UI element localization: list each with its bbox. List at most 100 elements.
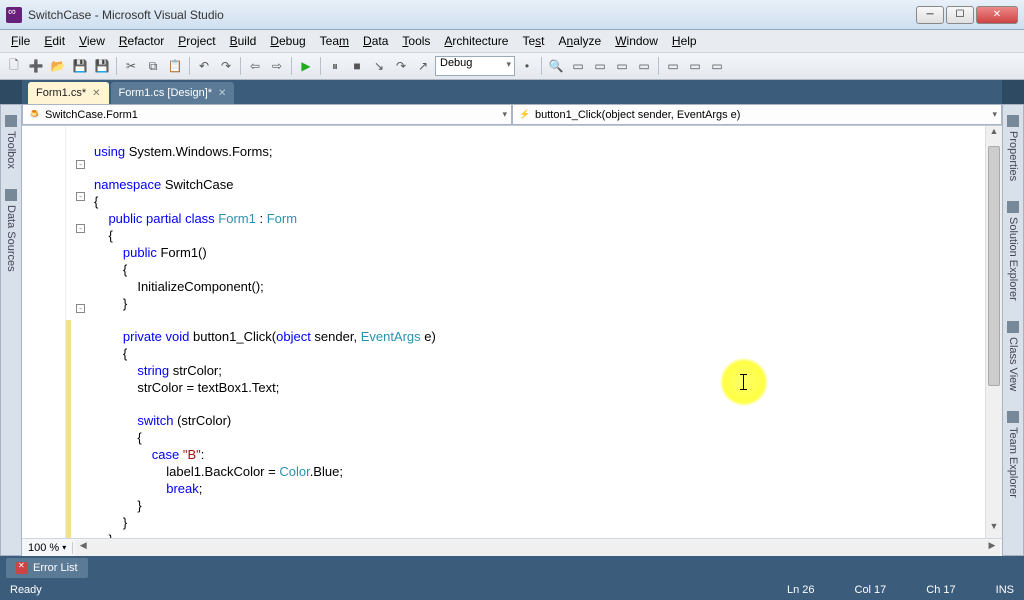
menu-edit[interactable]: Edit: [37, 32, 72, 50]
scroll-down-icon[interactable]: ▼: [986, 521, 1002, 538]
nav-back-button[interactable]: ⇦: [245, 56, 265, 76]
fold-toggle[interactable]: -: [76, 224, 85, 233]
menu-team[interactable]: Team: [313, 32, 356, 50]
menu-tools[interactable]: Tools: [395, 32, 437, 50]
tool-button[interactable]: ▭: [707, 56, 727, 76]
status-ready: Ready: [10, 584, 42, 596]
menu-project[interactable]: Project: [171, 32, 222, 50]
tab-form1-design[interactable]: Form1.cs [Design]* ✕: [111, 82, 235, 104]
folder-icon: [1007, 201, 1019, 213]
nav-fwd-button[interactable]: ⇨: [267, 56, 287, 76]
menu-refactor[interactable]: Refactor: [112, 32, 171, 50]
error-list-label: Error List: [33, 562, 78, 574]
close-icon[interactable]: ✕: [92, 88, 100, 99]
fold-toggle[interactable]: -: [76, 304, 85, 313]
maximize-button[interactable]: ☐: [946, 6, 974, 24]
team-explorer-tab[interactable]: Team Explorer: [1005, 405, 1021, 504]
editor: 🍮 SwitchCase.Form1 ⚡ button1_Click(objec…: [22, 104, 1002, 556]
menu-view[interactable]: View: [72, 32, 112, 50]
status-ins: INS: [996, 584, 1014, 596]
tool-button[interactable]: ▭: [568, 56, 588, 76]
save-all-button[interactable]: 💾: [92, 56, 112, 76]
vs-icon: [6, 7, 22, 23]
menu-build[interactable]: Build: [223, 32, 264, 50]
vertical-scrollbar[interactable]: ▲ ▼: [985, 126, 1002, 538]
new-project-button[interactable]: 🗋: [4, 56, 24, 76]
save-button[interactable]: 💾: [70, 56, 90, 76]
tool-button[interactable]: ▭: [634, 56, 654, 76]
step-over-button[interactable]: ↷: [391, 56, 411, 76]
toolbar-sep: [658, 57, 659, 75]
scroll-thumb[interactable]: [988, 146, 1000, 386]
start-button[interactable]: ▶: [296, 56, 316, 76]
config-combo[interactable]: Debug: [435, 56, 515, 76]
gutter: [22, 126, 66, 538]
redo-button[interactable]: ↷: [216, 56, 236, 76]
properties-tab[interactable]: Properties: [1005, 109, 1021, 187]
scroll-right-icon[interactable]: ▶: [984, 540, 1000, 556]
error-list-tab[interactable]: Error List: [6, 558, 88, 578]
close-button[interactable]: ✕: [976, 6, 1018, 24]
status-col: Col 17: [855, 584, 887, 596]
fold-toggle[interactable]: -: [76, 160, 85, 169]
title-bar: SwitchCase - Microsoft Visual Studio ─ ☐…: [0, 0, 1024, 30]
tab-form1-cs[interactable]: Form1.cs* ✕: [28, 82, 109, 104]
code-area[interactable]: using System.Windows.Forms; namespace Sw…: [22, 126, 1002, 538]
stop-button[interactable]: ■: [347, 56, 367, 76]
toolbox-tab[interactable]: Toolbox: [3, 109, 19, 175]
toolbar-sep: [541, 57, 542, 75]
code-text[interactable]: using System.Windows.Forms; namespace Sw…: [66, 126, 985, 538]
type-nav-label: SwitchCase.Form1: [45, 109, 138, 121]
copy-button[interactable]: ⧉: [143, 56, 163, 76]
menu-help[interactable]: Help: [665, 32, 704, 50]
horizontal-scrollbar[interactable]: ◀ ▶: [75, 540, 1000, 556]
open-button[interactable]: 📂: [48, 56, 68, 76]
method-icon: ⚡: [519, 109, 531, 121]
tool-button[interactable]: ▭: [590, 56, 610, 76]
paste-button[interactable]: 📋: [165, 56, 185, 76]
tool-button[interactable]: ▭: [685, 56, 705, 76]
zoom-combo[interactable]: 100 %▾: [22, 542, 73, 554]
wrench-icon: [1007, 115, 1019, 127]
class-icon: [1007, 321, 1019, 333]
tab-label: Form1.cs [Design]*: [119, 87, 213, 99]
tool-button[interactable]: •: [517, 56, 537, 76]
menu-analyze[interactable]: Analyze: [551, 32, 608, 50]
status-ch: Ch 17: [926, 584, 955, 596]
menu-bar: File Edit View Refactor Project Build De…: [0, 30, 1024, 52]
fold-toggle[interactable]: -: [76, 192, 85, 201]
tool-button[interactable]: ▭: [663, 56, 683, 76]
tabwell-left: [0, 80, 22, 104]
close-icon[interactable]: ✕: [218, 88, 226, 99]
toolbar-sep: [240, 57, 241, 75]
menu-file[interactable]: File: [4, 32, 37, 50]
member-nav-label: button1_Click(object sender, EventArgs e…: [535, 109, 740, 121]
add-item-button[interactable]: ➕: [26, 56, 46, 76]
toolbar-sep: [116, 57, 117, 75]
scroll-left-icon[interactable]: ◀: [75, 540, 91, 556]
menu-debug[interactable]: Debug: [263, 32, 312, 50]
type-nav-combo[interactable]: 🍮 SwitchCase.Form1: [22, 104, 512, 125]
member-nav-combo[interactable]: ⚡ button1_Click(object sender, EventArgs…: [512, 104, 1002, 125]
break-button[interactable]: ⏸: [325, 56, 345, 76]
right-dock: Properties Solution Explorer Class View …: [1002, 104, 1024, 556]
class-view-tab[interactable]: Class View: [1005, 315, 1021, 397]
scroll-up-icon[interactable]: ▲: [986, 126, 1002, 143]
undo-button[interactable]: ↶: [194, 56, 214, 76]
menu-test[interactable]: Test: [515, 32, 551, 50]
toolbar-sep: [189, 57, 190, 75]
tab-label: Form1.cs*: [36, 87, 86, 99]
document-tab-bar: Form1.cs* ✕ Form1.cs [Design]* ✕: [0, 80, 1024, 104]
menu-data[interactable]: Data: [356, 32, 395, 50]
step-into-button[interactable]: ↘: [369, 56, 389, 76]
find-button[interactable]: 🔍: [546, 56, 566, 76]
menu-window[interactable]: Window: [608, 32, 665, 50]
team-icon: [1007, 411, 1019, 423]
datasources-tab[interactable]: Data Sources: [3, 183, 19, 278]
menu-architecture[interactable]: Architecture: [437, 32, 515, 50]
solution-explorer-tab[interactable]: Solution Explorer: [1005, 195, 1021, 307]
minimize-button[interactable]: ─: [916, 6, 944, 24]
tool-button[interactable]: ▭: [612, 56, 632, 76]
cut-button[interactable]: ✂: [121, 56, 141, 76]
step-out-button[interactable]: ↗: [413, 56, 433, 76]
